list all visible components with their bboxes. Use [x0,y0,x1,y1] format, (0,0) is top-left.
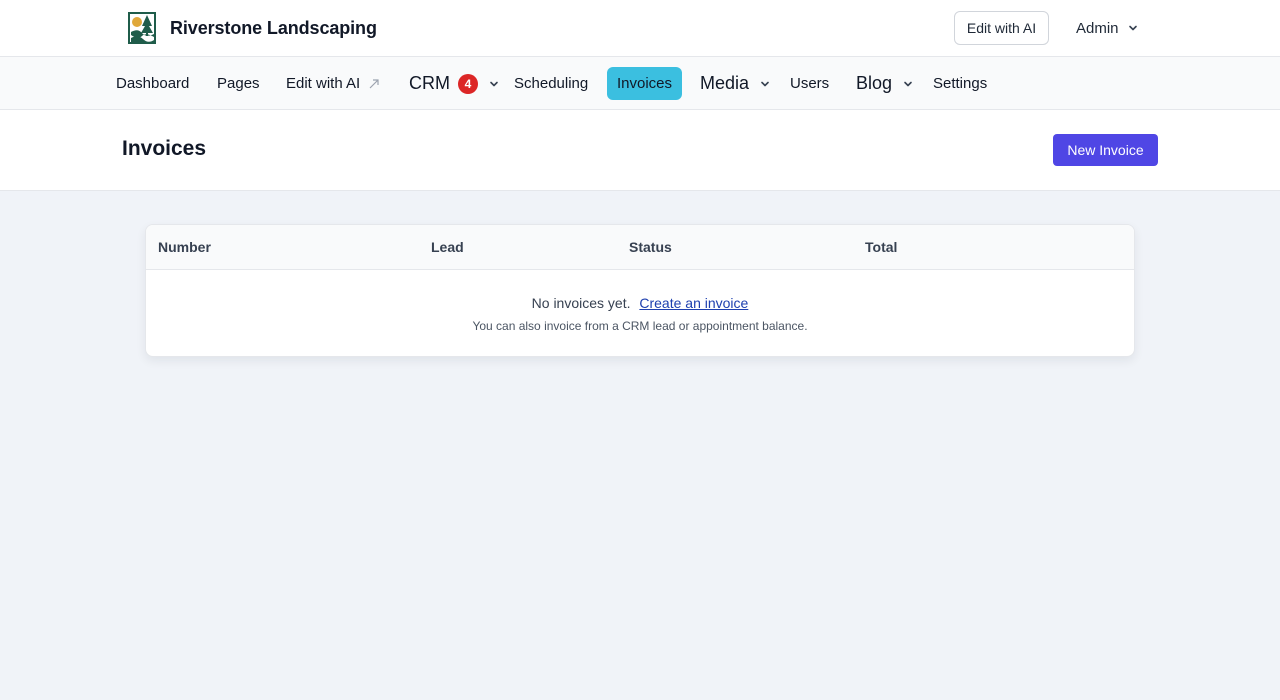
chevron-down-icon [761,81,769,86]
nav-item-pages[interactable]: Pages [217,67,260,100]
empty-message: No invoices yet. Create an invoice [146,295,1134,311]
nav-item-scheduling[interactable]: Scheduling [514,67,588,100]
nav-item-label: Media [700,73,750,93]
nav-item-media[interactable]: Media [700,67,771,100]
nav-item-settings[interactable]: Settings [933,67,987,100]
main-nav: Dashboard Pages Edit with AI CRM 4 Sched… [0,57,1280,110]
crm-count-badge: 4 [458,73,478,94]
table-header: Number Lead Status Total [146,225,1134,270]
admin-menu[interactable]: Admin [1076,17,1139,39]
column-header-number[interactable]: Number [158,239,211,255]
page-title: Invoices [122,137,207,160]
edit-with-ai-button[interactable]: Edit with AI [954,11,1049,45]
nav-item-label: CRM [409,73,450,93]
column-header-total[interactable]: Total [865,239,897,255]
top-bar: Riverstone Landscaping Edit with AI Admi… [0,0,1280,57]
new-invoice-button[interactable]: New Invoice [1053,134,1158,166]
empty-state: No invoices yet. Create an invoice You c… [146,270,1134,356]
create-invoice-link[interactable]: Create an invoice [639,295,748,311]
tree-river-logo-icon [128,12,156,44]
nav-item-edit-with-ai[interactable]: Edit with AI [286,67,380,100]
nav-item-dashboard[interactable]: Dashboard [116,67,189,100]
external-arrow-icon [369,78,379,88]
nav-item-crm[interactable]: CRM 4 [409,67,500,100]
nav-item-users[interactable]: Users [790,67,829,100]
admin-label: Admin [1076,19,1119,37]
page-header: Invoices New Invoice [0,110,1280,191]
brand[interactable]: Riverstone Landscaping [128,12,377,44]
column-header-lead[interactable]: Lead [431,239,464,255]
chevron-down-icon [490,81,498,86]
nav-item-blog[interactable]: Blog [856,67,914,100]
chevron-down-icon [904,81,912,86]
invoices-table: Number Lead Status Total No invoices yet… [145,224,1135,357]
nav-item-invoices[interactable]: Invoices [607,67,683,100]
empty-hint: You can also invoice from a CRM lead or … [472,319,808,333]
chevron-down-icon [1128,25,1137,31]
column-header-status[interactable]: Status [629,239,672,255]
brand-name: Riverstone Landscaping [170,17,377,38]
empty-text: No invoices yet. [531,295,631,311]
nav-item-label: Edit with AI [286,75,361,92]
nav-item-label: Blog [856,73,893,93]
